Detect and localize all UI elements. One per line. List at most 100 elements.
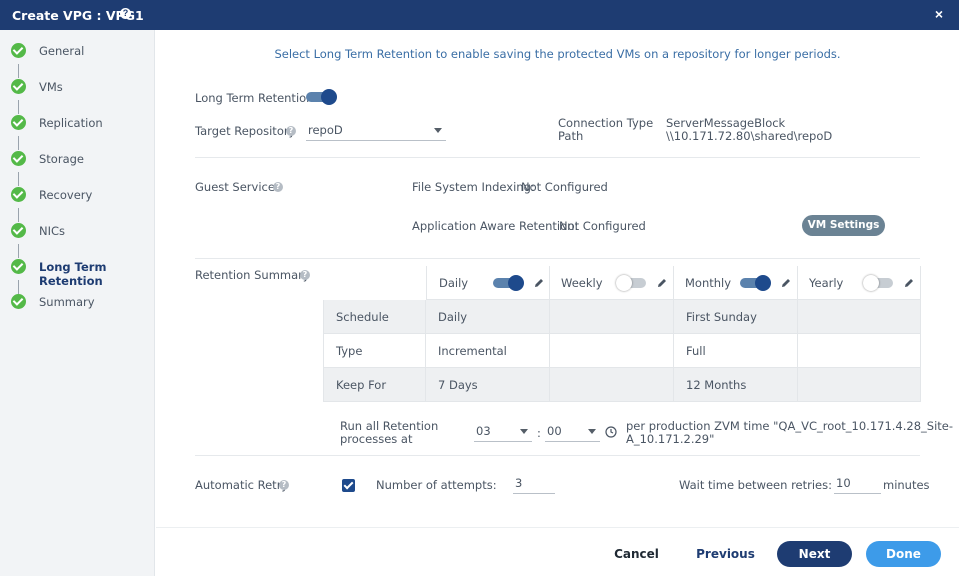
step-replication[interactable]: Replication: [0, 113, 155, 133]
edit-pencil-icon[interactable]: [656, 277, 668, 289]
step-label: VMs: [39, 80, 63, 94]
table-cell: [798, 300, 921, 334]
column-label: Monthly: [685, 276, 732, 290]
table-cell: 7 Days: [426, 368, 550, 402]
check-circle-icon: [11, 294, 26, 309]
edit-pencil-icon[interactable]: [903, 277, 915, 289]
cell-value: First Sunday: [686, 310, 757, 324]
cancel-button[interactable]: Cancel: [606, 541, 667, 567]
table-cell: [550, 368, 674, 402]
aar-value: Not Configured: [559, 219, 646, 233]
path-label: Path: [558, 129, 584, 143]
connection-type-value: ServerMessageBlock: [666, 116, 786, 130]
ltr-toggle[interactable]: [306, 89, 338, 105]
step-label: Long Term Retention: [39, 260, 107, 288]
table-row-label-cell: Type: [323, 334, 426, 368]
retention-col-daily: Daily: [426, 266, 550, 300]
attempts-value: 3: [515, 476, 523, 490]
help-icon[interactable]: ?: [300, 270, 310, 280]
wizard-steps-sidebar: General VMs Replication Storage Recovery…: [0, 30, 155, 576]
table-cell: 12 Months: [674, 368, 798, 402]
step-storage[interactable]: Storage: [0, 149, 155, 169]
cell-value: 12 Months: [686, 378, 747, 392]
step-vms[interactable]: VMs: [0, 77, 155, 97]
check-circle-icon: [11, 223, 26, 238]
cell-value: Daily: [438, 310, 468, 324]
table-cell: Daily: [426, 300, 550, 334]
check-circle-icon: [11, 259, 26, 274]
wait-time-value: 10: [836, 476, 851, 490]
edit-pencil-icon[interactable]: [780, 277, 792, 289]
time-separator: :: [537, 426, 541, 440]
chevron-down-icon: [588, 429, 596, 434]
monthly-toggle[interactable]: [740, 275, 772, 291]
next-button[interactable]: Next: [777, 541, 852, 567]
daily-toggle[interactable]: [493, 275, 525, 291]
step-recovery[interactable]: Recovery: [0, 185, 155, 205]
section-divider: [195, 258, 920, 259]
main-content: Select Long Term Retention to enable sav…: [156, 30, 959, 576]
guest-services-label: Guest Services: [195, 180, 281, 194]
column-label: Weekly: [561, 276, 603, 290]
run-retention-label: Run all Retention: [340, 419, 439, 433]
step-label: Storage: [39, 152, 84, 166]
check-circle-icon: [11, 43, 26, 58]
step-label: NICs: [39, 224, 66, 238]
automatic-retry-label: Automatic Retry: [195, 478, 289, 492]
minute-select[interactable]: 00: [545, 422, 600, 442]
table-cell: [798, 334, 921, 368]
step-connector: [18, 208, 19, 222]
step-label: Recovery: [39, 188, 93, 202]
retention-col-weekly: Weekly: [550, 266, 674, 300]
vm-settings-button[interactable]: VM Settings: [802, 215, 885, 236]
path-value: \\10.171.72.80\shared\repoD: [666, 129, 833, 143]
edit-pencil-icon[interactable]: [533, 277, 545, 289]
step-label: Replication: [39, 116, 103, 130]
wait-time-input[interactable]: 10: [834, 474, 881, 494]
check-circle-icon: [11, 187, 26, 202]
retention-col-yearly: Yearly: [798, 266, 921, 300]
connection-type-label: Connection Type: [558, 116, 654, 130]
check-circle-icon: [11, 115, 26, 130]
aar-label: Application Aware Retention:: [412, 219, 579, 233]
table-cell: [798, 368, 921, 402]
table-row-label-cell: Keep For: [323, 368, 426, 402]
step-summary[interactable]: Summary: [0, 292, 155, 312]
step-connector: [18, 64, 19, 78]
step-connector: [18, 244, 19, 258]
target-repository-select[interactable]: repoD: [306, 121, 446, 141]
previous-button[interactable]: Previous: [691, 541, 760, 567]
ltr-label: Long Term Retention: [195, 91, 314, 105]
wait-time-unit: minutes: [883, 478, 930, 492]
automatic-retry-checkbox[interactable]: [342, 479, 355, 492]
hour-value: 03: [476, 424, 491, 438]
chevron-down-icon: [520, 429, 528, 434]
cell-value: 7 Days: [438, 378, 478, 392]
zvm-time-text: per production ZVM time "QA_VC_root_10.1…: [626, 419, 954, 433]
help-icon[interactable]: ?: [273, 182, 283, 192]
check-circle-icon: [11, 151, 26, 166]
step-connector: [18, 172, 19, 186]
yearly-toggle[interactable]: [863, 275, 895, 291]
attempts-input[interactable]: 3: [513, 474, 555, 494]
close-icon[interactable]: ×: [935, 6, 943, 22]
help-icon[interactable]: ?: [120, 8, 131, 19]
step-long-term-retention[interactable]: Long Term Retention: [0, 257, 155, 288]
fsi-value: Not Configured: [521, 180, 608, 194]
step-connector: [18, 100, 19, 114]
attempts-label: Number of attempts:: [376, 478, 497, 492]
done-button[interactable]: Done: [866, 541, 941, 567]
help-icon[interactable]: ?: [279, 480, 289, 490]
step-general[interactable]: General: [0, 41, 155, 61]
section-divider: [195, 455, 920, 456]
row-label: Type: [336, 344, 363, 358]
step-label: Summary: [39, 295, 95, 309]
retention-summary-label: Retention Summary: [195, 268, 310, 282]
help-icon[interactable]: ?: [286, 126, 296, 136]
retention-col-monthly: Monthly: [674, 266, 798, 300]
weekly-toggle[interactable]: [616, 275, 648, 291]
chevron-down-icon: [434, 128, 442, 133]
hour-select[interactable]: 03: [474, 422, 532, 442]
footer-divider: [156, 527, 959, 528]
step-nics[interactable]: NICs: [0, 221, 155, 241]
